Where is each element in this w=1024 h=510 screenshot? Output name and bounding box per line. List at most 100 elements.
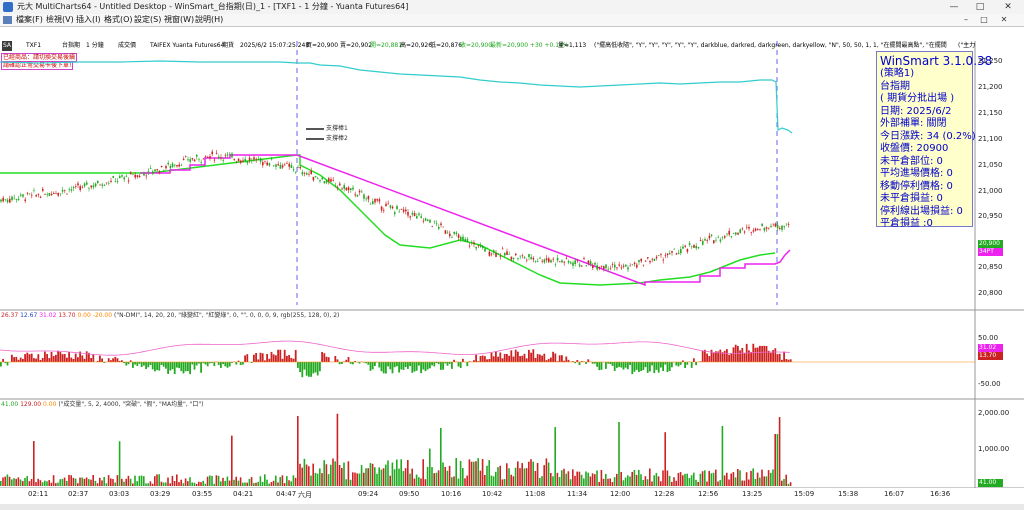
volume-bar [319, 468, 321, 486]
dmi-bar [39, 359, 42, 362]
dmi-bar [334, 355, 337, 362]
dmi-bar [635, 362, 638, 370]
candle-body [603, 266, 605, 269]
volume-bar [510, 474, 512, 486]
bottom-scrollbar[interactable] [0, 504, 1024, 510]
candle-body [321, 177, 323, 180]
dmi-bar [338, 362, 341, 365]
candle-body [295, 171, 297, 173]
candle-body [306, 173, 308, 175]
candle-body [246, 161, 249, 164]
volume-bar [726, 472, 728, 486]
panel-realized: 平倉損益 :0 [880, 218, 933, 229]
candle-body [134, 174, 136, 178]
dmi-bar [488, 359, 491, 362]
candle-body [92, 185, 95, 188]
dmi-bar [81, 355, 84, 362]
candle-body [451, 237, 453, 238]
volume-bar [4, 476, 6, 486]
volume-bar [226, 476, 229, 486]
dmi-bar [424, 362, 427, 372]
candle-body [565, 258, 568, 259]
candle-body [508, 254, 510, 255]
volume-bar [88, 479, 90, 486]
volume-bar [455, 458, 457, 486]
candle-body [350, 188, 352, 190]
dmi-bar [101, 358, 103, 362]
candle-body [768, 227, 770, 229]
dmi-bar [437, 362, 440, 365]
candle-body [471, 241, 473, 243]
volume-bar [195, 483, 198, 486]
dmi-bar [459, 362, 462, 368]
dmi-bar [37, 354, 40, 362]
volume-bar [704, 470, 706, 486]
volume-bar [671, 481, 673, 486]
candle-body [53, 192, 55, 194]
green-stop-line [0, 154, 776, 286]
candle-body [0, 199, 2, 202]
candle-body [526, 259, 528, 261]
dmi-bar [411, 362, 414, 373]
panel-stop-exit: 停利線出場損益: 0 [880, 205, 963, 217]
volume-bar [407, 460, 409, 486]
candle-body [636, 264, 638, 268]
candle-body [517, 257, 519, 259]
volume-bar [253, 483, 255, 486]
volume-bar [536, 462, 539, 486]
volume-bar [484, 474, 486, 486]
candle-body [592, 265, 594, 269]
candle-body [130, 172, 132, 175]
volume-bar [501, 479, 504, 486]
candle-body [323, 181, 326, 184]
candle-body [81, 186, 84, 188]
volume-bar [389, 475, 391, 486]
volume-bar [162, 482, 165, 486]
volume-bar [638, 469, 640, 486]
candle-body [561, 260, 563, 263]
candle-body [752, 230, 755, 232]
volume-bar [778, 417, 781, 486]
dmi-bar [732, 347, 735, 362]
volume-bar [239, 477, 242, 486]
candle-body [504, 252, 506, 256]
candle-body [741, 228, 744, 230]
dmi-bar [651, 362, 653, 366]
volume-bar [620, 471, 622, 486]
dmi-bar [759, 345, 761, 362]
dmi-bar [763, 345, 766, 362]
dmi-bar [308, 362, 310, 377]
dmi-bar [761, 345, 763, 362]
dmi-tag-pink: 31.02 [978, 344, 1003, 352]
dmi-bar [475, 354, 477, 362]
candle-body [596, 265, 598, 270]
dmi-bar [519, 356, 521, 362]
dmi-bar [305, 362, 308, 376]
volume-bar [400, 459, 402, 486]
dmi-bar [521, 355, 524, 362]
dmi-bar [644, 362, 647, 368]
dmi-bar [347, 357, 350, 362]
volume-bar [136, 481, 138, 486]
candle-body [739, 229, 741, 233]
volume-bar [635, 474, 638, 486]
dmi-bar [409, 362, 411, 367]
dmi-bar [59, 352, 62, 362]
volume-bar [723, 475, 726, 486]
candle-body [189, 159, 191, 162]
candle-body [163, 170, 165, 172]
dmi-bar [213, 362, 216, 367]
volume-bar [200, 482, 202, 486]
volume-bar [409, 473, 411, 486]
dmi-bar [484, 356, 486, 362]
volume-bar [17, 477, 20, 486]
dmi-bar [767, 350, 770, 362]
candle-body [112, 176, 114, 178]
dmi-bar [565, 356, 568, 362]
dmi-bar [402, 362, 405, 370]
candle-body [266, 162, 268, 166]
volume-bar [129, 478, 132, 486]
volume-bar [668, 475, 671, 486]
dmi-line [0, 340, 790, 356]
volume-bar [275, 475, 277, 486]
